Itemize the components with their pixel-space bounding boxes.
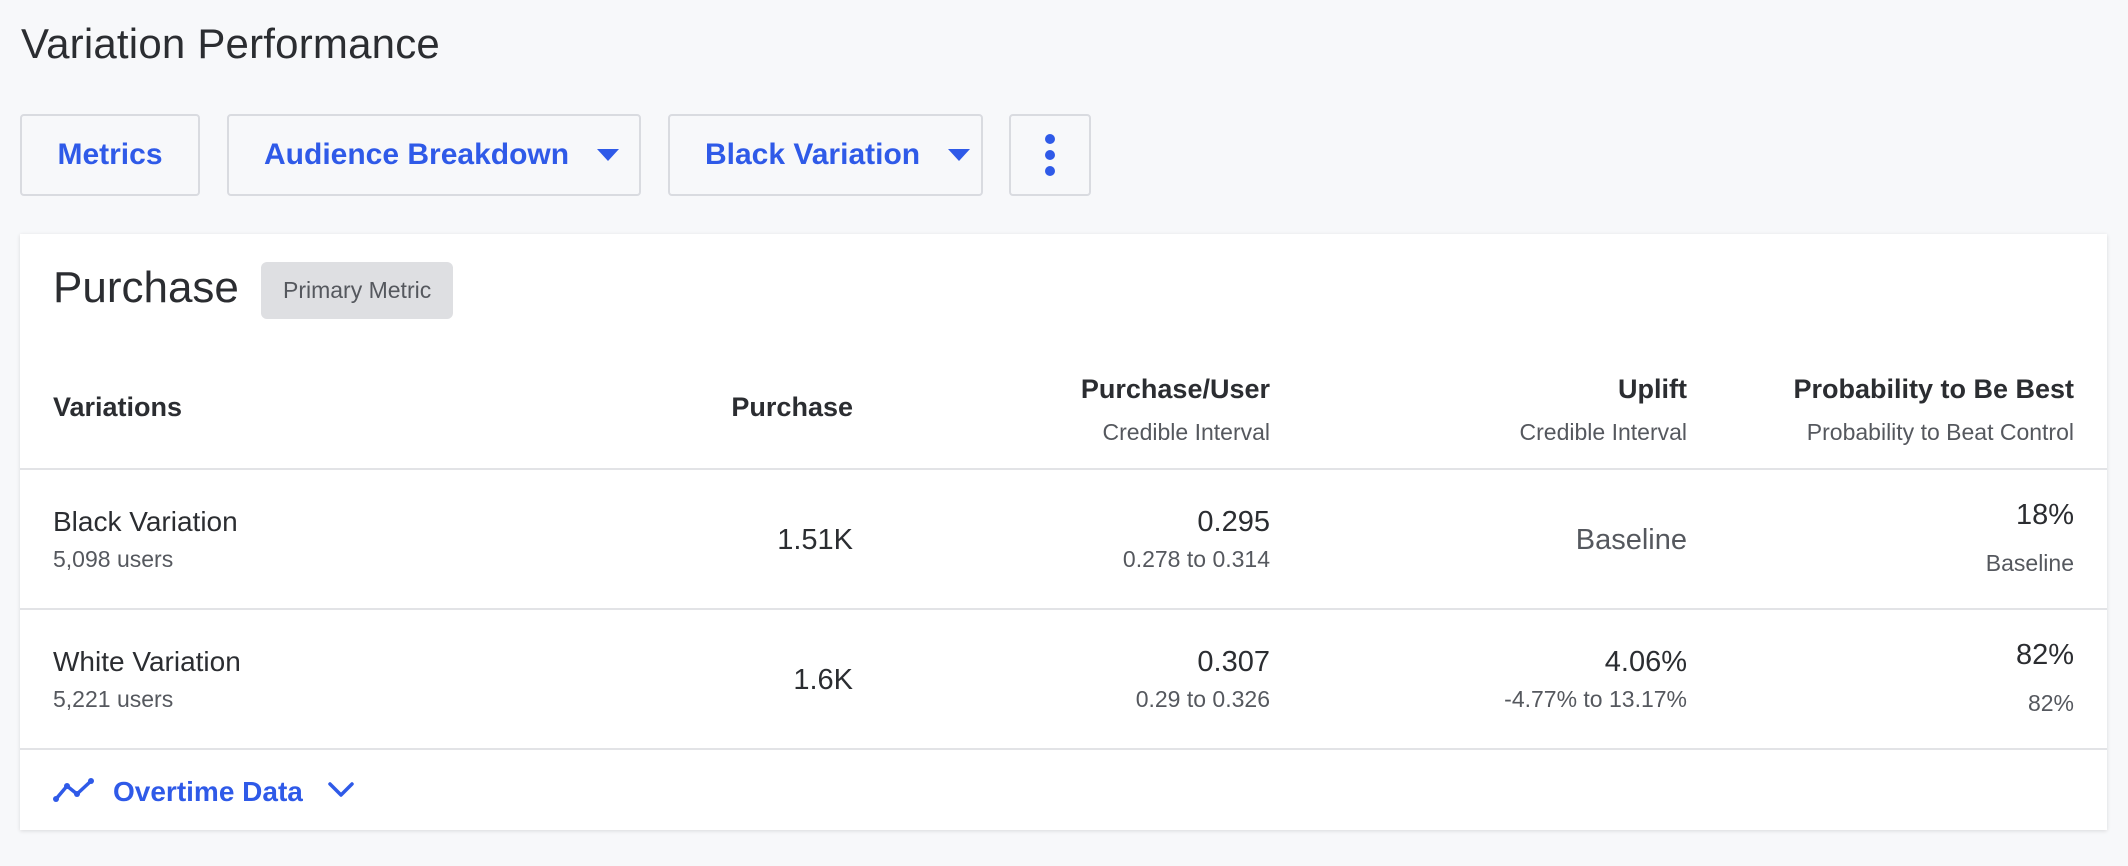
page-title: Variation Performance: [21, 20, 440, 67]
audience-breakdown-label: Audience Breakdown: [264, 138, 570, 171]
variation-name: White Variation: [53, 646, 241, 677]
row-divider: [20, 748, 2107, 750]
caret-down-icon: [597, 149, 620, 161]
overtime-data-label: Overtime Data: [113, 776, 303, 807]
uplift-value: 4.06%: [1604, 646, 1687, 678]
row-divider: [20, 468, 2107, 470]
metric-title: Purchase: [53, 263, 239, 312]
variation-dropdown-label: Black Variation: [705, 138, 921, 171]
variation-dropdown[interactable]: Black Variation: [668, 114, 983, 196]
uplift-value: Baseline: [1575, 524, 1687, 556]
chevron-down-icon: [327, 781, 355, 804]
purchase-value: 1.51K: [777, 524, 853, 556]
metrics-button-label: Metrics: [57, 138, 163, 171]
audience-breakdown-dropdown[interactable]: Audience Breakdown: [227, 114, 641, 196]
trend-line-icon: [53, 777, 95, 808]
overtime-data-toggle[interactable]: Overtime Data: [53, 770, 355, 814]
col-header-purchase: Purchase: [731, 392, 853, 422]
probability-best-value: 82%: [2015, 639, 2074, 671]
probability-beat-value: 82%: [2027, 690, 2074, 716]
purchase-per-user-interval: 0.29 to 0.326: [1135, 686, 1270, 712]
col-header-purchase-per-user: Purchase/User Credible Interval: [1080, 374, 1270, 445]
probability-best-value: 18%: [2015, 499, 2074, 531]
kebab-dot: [1045, 166, 1055, 176]
uplift-interval: -4.77% to 13.17%: [1504, 686, 1687, 712]
col-header-variations: Variations: [53, 392, 183, 422]
primary-metric-badge: Primary Metric: [261, 262, 454, 319]
more-options-button[interactable]: [1009, 114, 1091, 196]
col-header-probability: Probability to Be Best Probability to Be…: [1793, 374, 2074, 445]
metrics-button[interactable]: Metrics: [20, 114, 200, 196]
col-header-uplift: Uplift Credible Interval: [1519, 374, 1687, 445]
purchase-per-user-value: 0.295: [1197, 506, 1270, 538]
row-divider: [20, 608, 2107, 610]
variation-users: 5,098 users: [53, 546, 174, 572]
variation-name: Black Variation: [53, 506, 238, 537]
caret-down-icon: [948, 149, 971, 161]
purchase-per-user-interval: 0.278 to 0.314: [1122, 546, 1270, 572]
probability-beat-value: Baseline: [1985, 550, 2074, 576]
kebab-dot: [1045, 134, 1055, 144]
metric-card: Purchase Primary Metric Variations Purch…: [20, 234, 2107, 830]
purchase-value: 1.6K: [793, 664, 853, 696]
variation-users: 5,221 users: [53, 686, 174, 712]
kebab-dot: [1045, 150, 1055, 160]
purchase-per-user-value: 0.307: [1197, 646, 1270, 678]
